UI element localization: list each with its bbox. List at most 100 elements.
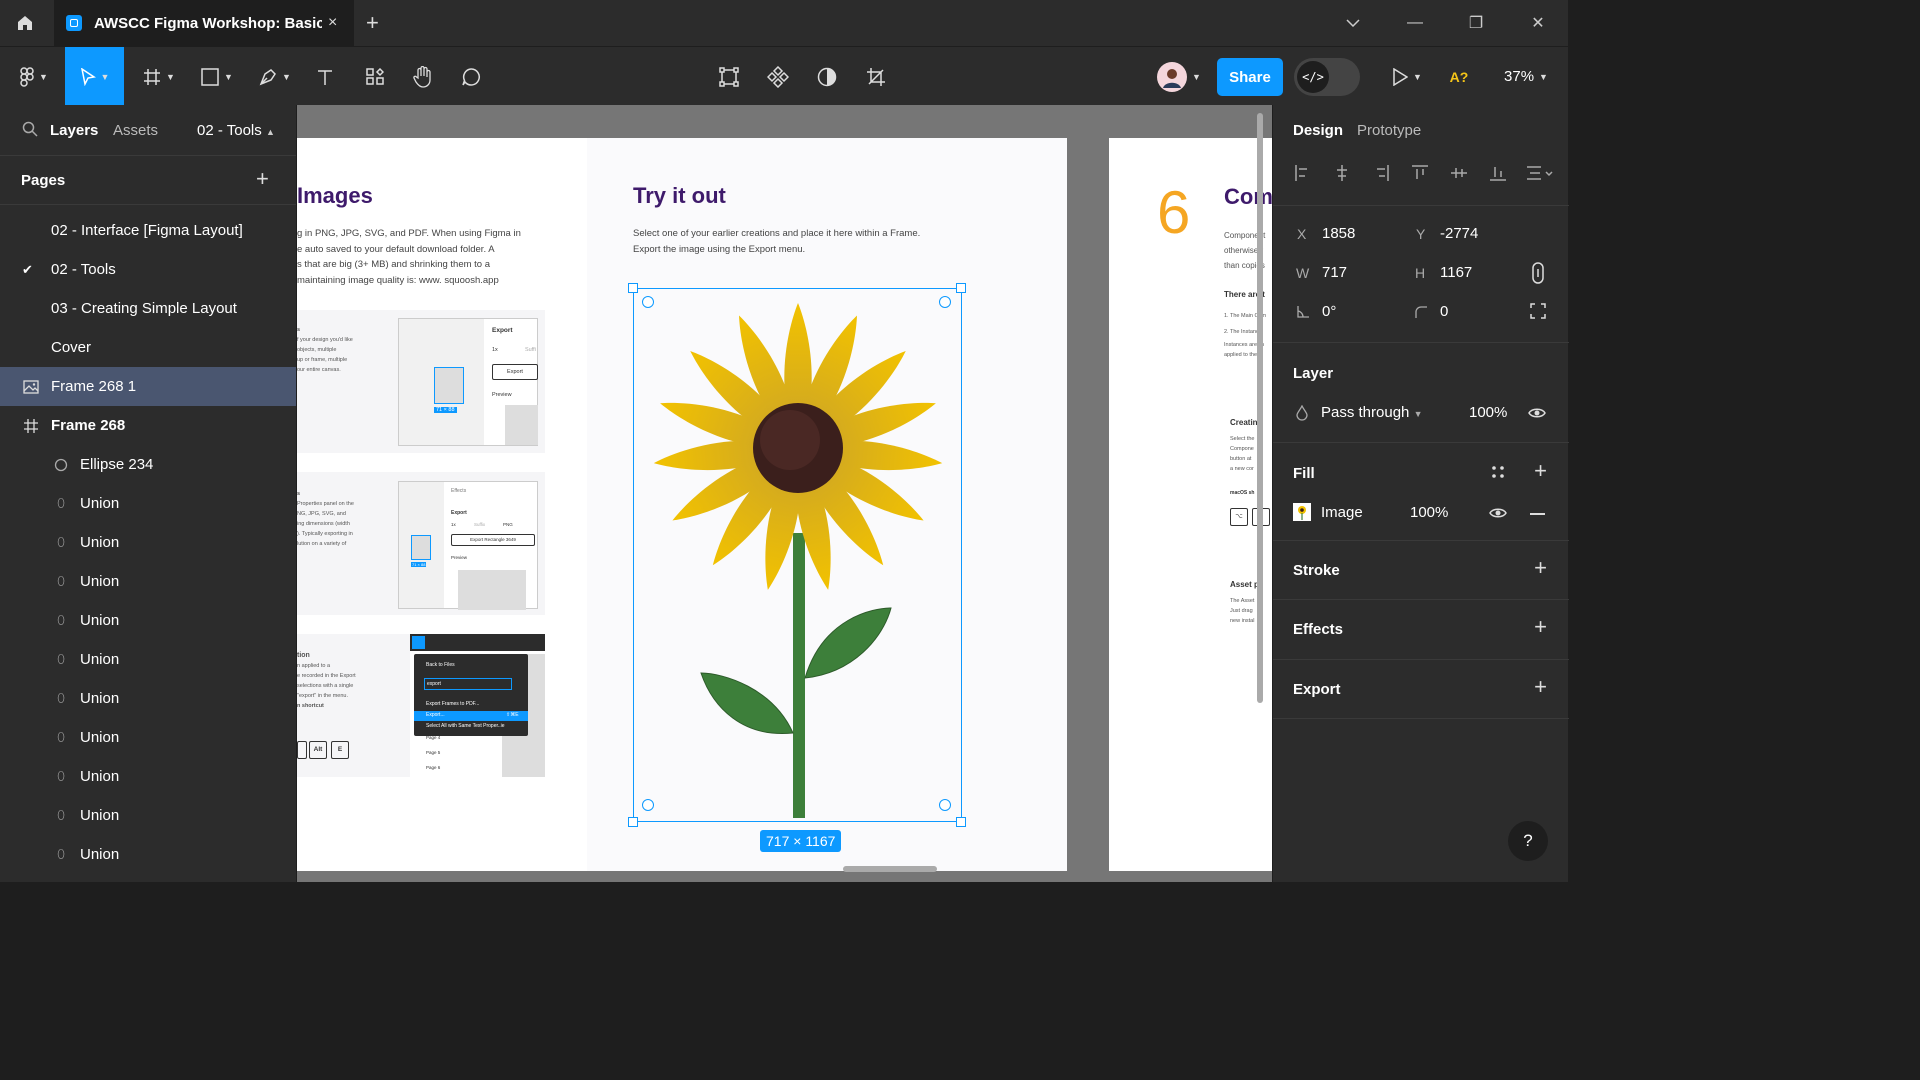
align-left-icon[interactable] [1293,163,1313,183]
text-tool-button[interactable] [310,47,340,106]
frame-components[interactable]: 6 Com Component otherwise r than copies Th… [1109,138,1272,871]
add-stroke-button[interactable]: + [1534,555,1547,581]
shape-tool-button[interactable]: ▼ [194,47,240,106]
fill-type[interactable]: Image [1321,504,1363,521]
help-button[interactable]: ? [1508,821,1548,861]
vertical-scrollbar[interactable] [1257,113,1263,703]
corner-radius-handle[interactable] [939,296,951,308]
tab-assets[interactable]: Assets [113,122,158,139]
selection-box[interactable] [633,288,962,822]
layer-row[interactable]: ⬯ Union [0,601,296,640]
close-window-button[interactable]: ✕ [1508,0,1568,46]
current-page-selector[interactable]: 02 - Tools ▲ [197,122,275,139]
move-tool-button[interactable]: ▼ [65,47,124,106]
resize-handle[interactable] [956,817,966,827]
layer-row[interactable]: ⬯ Union [0,835,296,874]
main-menu-button[interactable]: ▼ [10,47,58,106]
layer-row[interactable]: ⬯ Union [0,718,296,757]
stroke-section: Stroke + [1273,540,1569,599]
layer-row[interactable]: ⬯ Union [0,562,296,601]
layer-row[interactable]: ⬯ Union [0,523,296,562]
width-input[interactable]: 717 [1322,264,1347,281]
resize-handle[interactable] [628,283,638,293]
frame-try-it-out[interactable]: Try it out Select one of your earlier cr… [587,138,1067,871]
layer-row[interactable]: Frame 268 [0,406,296,445]
align-horizontal-center-icon[interactable] [1332,163,1352,183]
align-bottom-icon[interactable] [1488,163,1508,183]
align-top-icon[interactable] [1410,163,1430,183]
page-item-current[interactable]: ✔ 02 - Tools [0,250,296,289]
search-icon[interactable] [22,121,38,137]
corner-radius-handle[interactable] [642,296,654,308]
layer-opacity-input[interactable]: 100% [1469,404,1507,421]
ai-button[interactable]: A? [1444,47,1474,106]
image-fill-swatch[interactable] [1293,503,1311,521]
canvas[interactable]: Images g in PNG, JPG, SVG, and PDF. When… [297,105,1272,882]
avatar-button[interactable]: ▼ [1150,47,1208,106]
frame-tool-button[interactable]: ▼ [136,47,182,106]
fill-opacity-input[interactable]: 100% [1410,504,1448,521]
constrain-proportions-icon[interactable] [1528,262,1548,284]
tab-layers[interactable]: Layers [50,122,98,139]
layer-row[interactable]: ⬯ Union [0,640,296,679]
minimize-button[interactable]: — [1385,0,1445,46]
distribute-icon[interactable] [1525,163,1553,183]
page-item[interactable]: 03 - Creating Simple Layout [0,289,296,328]
layer-header: Layer [1293,365,1334,382]
tab-design[interactable]: Design [1293,122,1343,139]
dev-mode-toggle[interactable]: </> [1294,58,1360,96]
resize-handle[interactable] [956,283,966,293]
home-button[interactable] [0,0,50,46]
page-item[interactable]: Cover [0,328,296,367]
maximize-button[interactable]: ❐ [1446,0,1506,46]
blend-mode-select[interactable]: Pass through ▼ [1321,404,1422,421]
corner-radius-handle[interactable] [642,799,654,811]
layer-row[interactable]: ⬯ Union [0,679,296,718]
comment-tool-button[interactable] [456,47,486,106]
rotation-input[interactable]: 0° [1322,303,1336,320]
tab-close-button[interactable]: × [328,14,337,32]
layer-row[interactable]: Ellipse 234 [0,445,296,484]
present-button[interactable]: ▼ [1384,47,1430,106]
tab-prototype[interactable]: Prototype [1357,122,1421,139]
share-button[interactable]: Share [1217,58,1283,96]
add-effect-button[interactable]: + [1534,614,1547,640]
x-input[interactable]: 1858 [1322,225,1355,242]
layer-label: Union [80,768,120,785]
height-input[interactable]: 1167 [1440,264,1472,281]
eye-icon[interactable] [1489,507,1507,519]
horizontal-scrollbar[interactable] [843,866,937,872]
add-fill-button[interactable]: + [1534,458,1547,484]
resize-handle[interactable] [628,817,638,827]
divider [1273,718,1569,719]
independent-corners-icon[interactable] [1530,303,1546,319]
add-page-button[interactable]: + [256,166,269,192]
styles-icon[interactable] [1491,465,1505,479]
corner-radius-handle[interactable] [939,799,951,811]
new-tab-button[interactable]: + [366,10,379,36]
add-export-button[interactable]: + [1534,674,1547,700]
page-item[interactable]: 02 - Interface [Figma Layout] [0,211,296,250]
mask-button[interactable] [812,47,842,106]
tabs-dropdown-button[interactable] [1323,0,1383,46]
layer-row[interactable]: ⬯ Union [0,757,296,796]
frame-images[interactable]: Images g in PNG, JPG, SVG, and PDF. When… [297,138,587,871]
corner-radius-input[interactable]: 0 [1440,303,1448,320]
eye-icon[interactable] [1528,407,1546,419]
remove-fill-button[interactable] [1530,513,1545,515]
hand-tool-button[interactable] [408,47,438,106]
align-right-icon[interactable] [1371,163,1391,183]
crop-button[interactable] [861,47,891,106]
union-icon: ⬯ [57,496,65,510]
y-input[interactable]: -2774 [1440,225,1478,242]
layer-row-selected[interactable]: Frame 268 1 [0,367,296,406]
layer-row[interactable]: ⬯ Union [0,796,296,835]
edit-object-button[interactable] [714,47,744,106]
resources-tool-button[interactable] [360,47,390,106]
align-vertical-center-icon[interactable] [1449,163,1469,183]
create-component-button[interactable] [763,47,793,106]
pen-tool-button[interactable]: ▼ [252,47,298,106]
tab-file[interactable]: AWSCC Figma Workshop: Basics (C × [54,0,354,46]
zoom-menu-button[interactable]: 37% ▼ [1496,47,1556,106]
layer-row[interactable]: ⬯ Union [0,484,296,523]
